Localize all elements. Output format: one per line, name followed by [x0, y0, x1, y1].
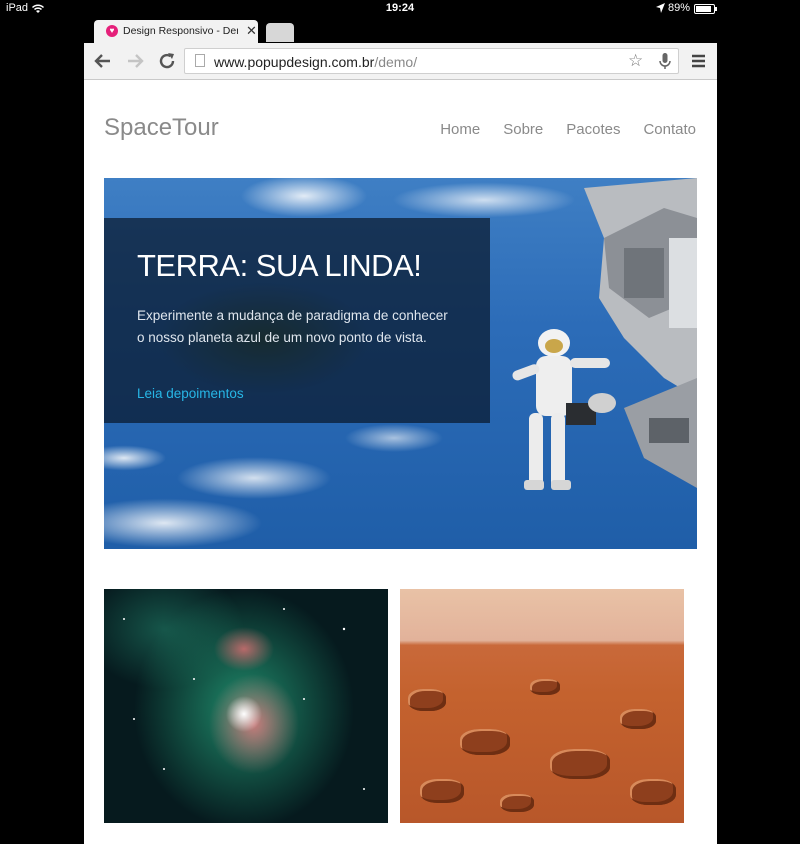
rock — [630, 779, 676, 805]
battery-icon — [694, 4, 717, 14]
nav-sobre[interactable]: Sobre — [503, 121, 543, 138]
close-tab-icon[interactable]: ✕ — [246, 23, 257, 39]
rock — [530, 679, 560, 695]
mars-surface-image — [400, 589, 684, 823]
address-bar[interactable]: www.popupdesign.com.br/demo/ ☆ — [184, 48, 679, 74]
nav-pacotes[interactable]: Pacotes — [566, 121, 620, 138]
rock — [500, 794, 534, 812]
url-domain: www.popupdesign.com.br — [214, 54, 375, 70]
browser-toolbar: www.popupdesign.com.br/demo/ ☆ — [84, 43, 717, 80]
rock — [620, 709, 656, 729]
url-path: /demo/ — [374, 54, 418, 70]
hero-text: Experimente a mudança de paradigma de co… — [137, 308, 448, 345]
hero-title: TERRA: SUA LINDA! — [137, 248, 422, 283]
battery-percent: 89% — [668, 2, 691, 14]
site-logo[interactable]: SpaceTour — [104, 114, 219, 142]
microphone-icon[interactable] — [659, 53, 671, 70]
tab-title: Design Responsivo - Demo — [123, 25, 238, 37]
nav-contato[interactable]: Contato — [643, 121, 696, 138]
hero-banner: TERRA: SUA LINDA! Experimente a mudança … — [104, 178, 697, 549]
heart-favicon-icon: ♥ — [106, 25, 118, 37]
arrow-right-icon[interactable] — [124, 50, 146, 72]
rock — [420, 779, 464, 803]
nebula-stars — [123, 608, 365, 790]
rock — [460, 729, 510, 755]
main-nav: Home Sobre Pacotes Contato — [440, 121, 696, 138]
rock — [408, 689, 446, 711]
new-tab-button[interactable] — [266, 23, 294, 42]
url-text[interactable]: www.popupdesign.com.br/demo/ — [214, 54, 417, 70]
status-bar: iPad 19:24 89% — [0, 0, 800, 18]
rock — [550, 749, 610, 779]
battery-level — [696, 6, 712, 12]
testimonials-link[interactable]: Leia depoimentos — [137, 386, 244, 401]
web-page: SpaceTour Home Sobre Pacotes Contato TER… — [84, 80, 717, 844]
reload-icon[interactable] — [156, 50, 178, 72]
hamburger-menu-icon[interactable] — [688, 50, 710, 72]
star-icon[interactable]: ☆ — [628, 51, 643, 71]
browser-tab[interactable]: ♥ Design Responsivo - Demo ✕ — [94, 20, 258, 43]
tab-strip: ♥ Design Responsivo - Demo ✕ — [84, 18, 717, 43]
page-icon — [195, 54, 205, 67]
arrow-left-icon[interactable] — [92, 50, 114, 72]
location-arrow-icon — [656, 3, 665, 13]
hero-overlay: TERRA: SUA LINDA! Experimente a mudança … — [104, 218, 490, 423]
nav-home[interactable]: Home — [440, 121, 480, 138]
nebula-image — [104, 589, 388, 823]
